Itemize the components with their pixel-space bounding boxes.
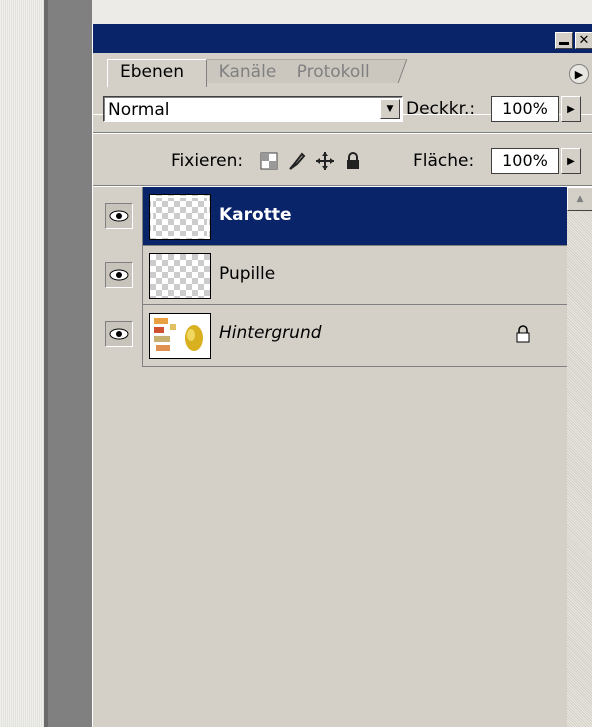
lock-icon xyxy=(515,325,531,347)
arrow-up-icon: ▲ xyxy=(576,194,584,204)
lock-label: Fixieren: xyxy=(171,151,244,171)
layer-row[interactable]: Hintergrund xyxy=(97,305,567,367)
layer-thumbnail[interactable] xyxy=(149,194,211,240)
minimize-button[interactable] xyxy=(555,32,573,49)
layer-name[interactable]: Pupille xyxy=(219,264,275,284)
blend-opacity-row: Normal ▼ Deckkr.: 100% ▶ xyxy=(93,86,592,132)
palette-menu-button[interactable]: ▶ xyxy=(569,64,589,84)
tab-ebenen[interactable]: Ebenen xyxy=(107,59,207,87)
blend-mode-select[interactable]: Normal ▼ xyxy=(103,96,403,122)
fill-slider-button[interactable]: ▶ xyxy=(561,148,581,174)
layer-row[interactable]: Pupille xyxy=(97,246,567,305)
layer-row[interactable]: Karotte xyxy=(97,187,567,246)
layer-thumbnail[interactable] xyxy=(149,253,211,299)
lock-transparency-icon[interactable] xyxy=(259,151,279,171)
desktop-background xyxy=(0,0,44,727)
eye-icon[interactable] xyxy=(105,321,133,347)
background-thumbnail[interactable] xyxy=(149,313,211,359)
scroll-up-button[interactable]: ▲ xyxy=(567,187,592,211)
visibility-cell xyxy=(97,246,143,305)
tab-ebenen-label: Ebenen xyxy=(120,62,184,82)
arrow-right-icon: ▶ xyxy=(567,155,575,167)
tab-kanale[interactable]: Kanäle xyxy=(196,59,302,83)
eye-icon[interactable] xyxy=(105,203,133,229)
layer-name[interactable]: Hintergrund xyxy=(219,323,322,343)
opacity-input[interactable]: 100% xyxy=(491,96,559,122)
minimize-icon xyxy=(559,42,569,45)
close-icon: ✕ xyxy=(578,33,590,48)
lock-pixels-icon[interactable] xyxy=(287,151,307,171)
visibility-cell xyxy=(97,305,143,367)
layers-palette: ✕ Protokoll Kanäle Ebenen ▶ Normal ▼ Dec… xyxy=(92,24,592,727)
palette-tabs: Protokoll Kanäle Ebenen xyxy=(93,53,592,115)
play-icon: ▶ xyxy=(574,67,584,81)
layers-list: Karotte Pupille Hintergrund xyxy=(97,187,567,727)
workspace-frame xyxy=(44,0,92,727)
fill-label: Fläche: xyxy=(413,151,475,171)
lock-position-icon[interactable] xyxy=(315,151,335,171)
chevron-down-icon[interactable]: ▼ xyxy=(380,99,400,119)
layer-name[interactable]: Karotte xyxy=(219,205,292,225)
lock-all-icon[interactable] xyxy=(343,151,363,171)
arrow-right-icon: ▶ xyxy=(567,103,575,115)
opacity-label: Deckkr.: xyxy=(406,99,476,119)
close-button[interactable]: ✕ xyxy=(575,32,592,49)
lock-fill-row: Fixieren: Fläche: 100% ▶ xyxy=(93,136,592,186)
blend-mode-value: Normal xyxy=(108,100,170,120)
opacity-slider-button[interactable]: ▶ xyxy=(561,96,581,122)
palette-titlebar[interactable]: ✕ xyxy=(93,24,592,53)
tab-protokoll-label: Protokoll xyxy=(296,62,370,82)
layers-scrollbar[interactable]: ▲ xyxy=(567,187,592,727)
eye-icon[interactable] xyxy=(105,262,133,288)
divider xyxy=(93,132,592,134)
fill-input[interactable]: 100% xyxy=(491,148,559,174)
tab-kanale-label: Kanäle xyxy=(218,62,277,82)
visibility-cell xyxy=(97,187,143,246)
